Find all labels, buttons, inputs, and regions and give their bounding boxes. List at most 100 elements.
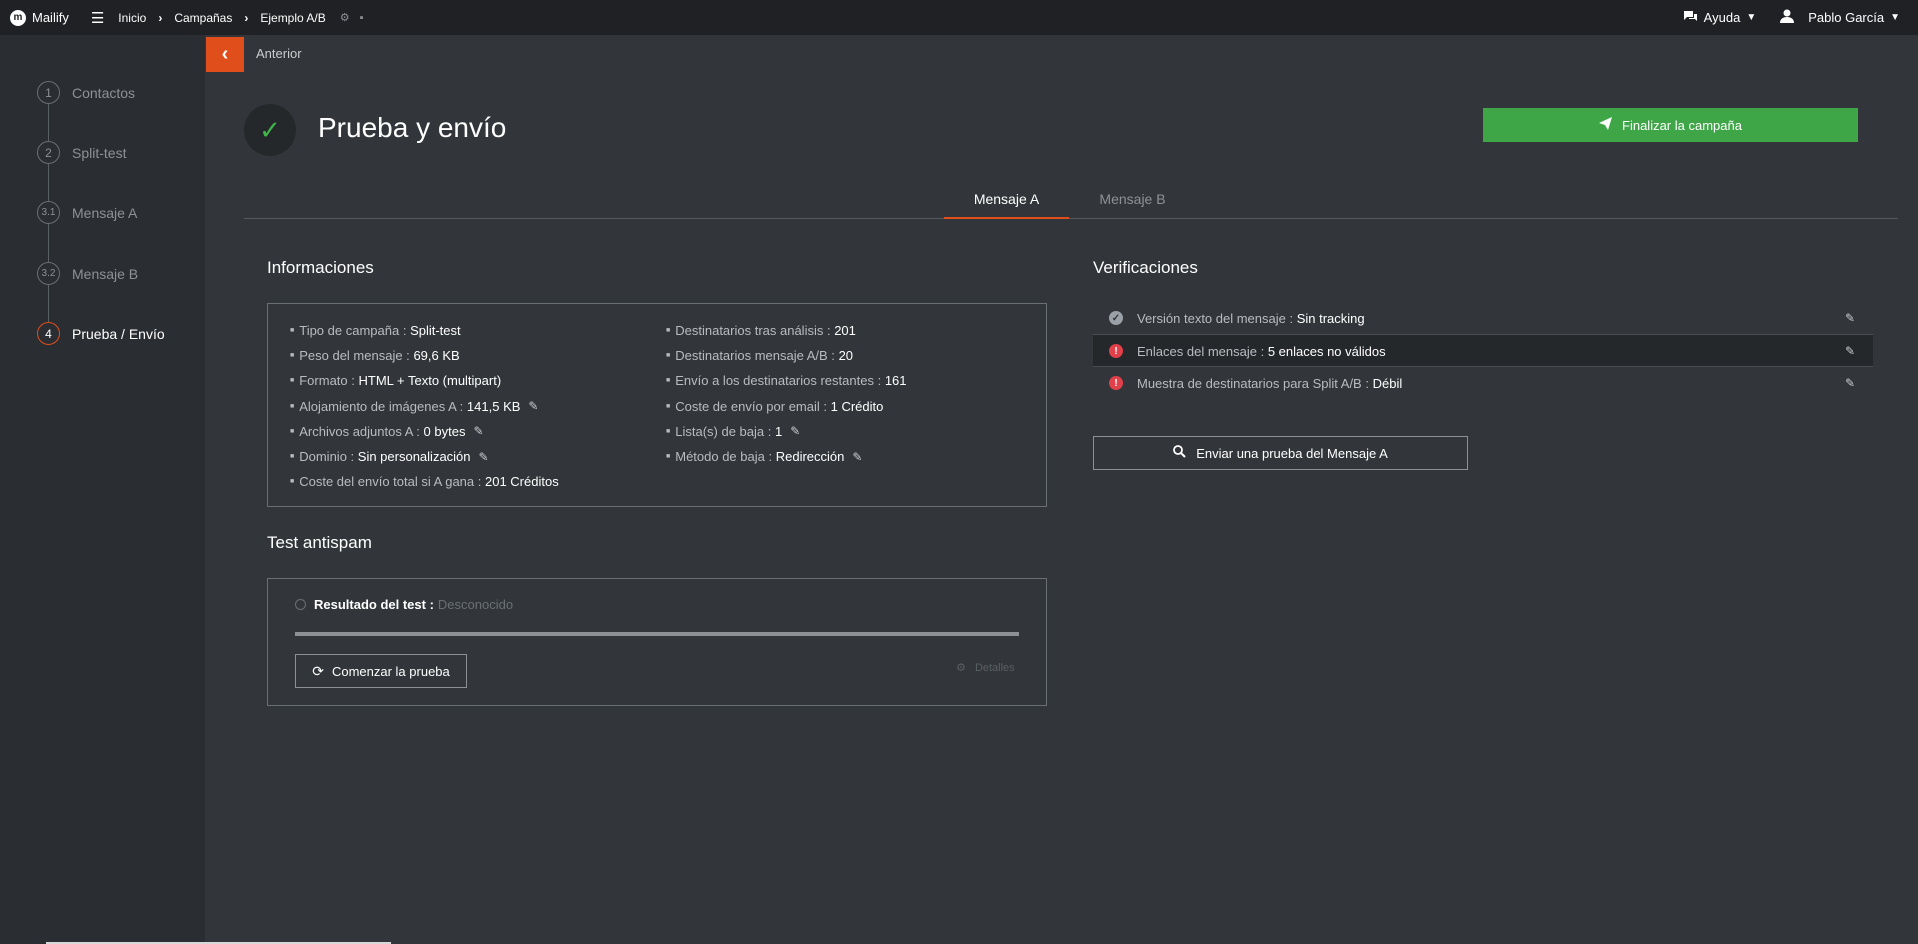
verifications-title: Verificaciones: [1093, 258, 1198, 277]
brand-logo-icon: m: [10, 9, 26, 26]
gear-icon: ⚙: [956, 662, 966, 674]
user-menu[interactable]: Pablo García: [1808, 10, 1884, 25]
send-test-button[interactable]: Enviar una prueba del Mensaje A: [1093, 436, 1468, 470]
pencil-icon[interactable]: ✎: [852, 450, 862, 464]
verification-label: Versión texto del mensaje :: [1137, 310, 1294, 326]
verification-value: Débil: [1372, 375, 1403, 391]
pencil-icon[interactable]: ✎: [1845, 311, 1855, 325]
info-row: ■ Destinatarios mensaje A/B : 20: [666, 348, 854, 364]
hamburger-icon[interactable]: ☰: [91, 9, 104, 27]
info-value: Sin personalización: [357, 449, 471, 465]
info-row: ■ Tipo de campaña : Split-test: [290, 323, 461, 339]
details-label: Detalles: [974, 662, 1015, 674]
finish-campaign-label: Finalizar la campaña: [1622, 117, 1742, 133]
brand-name: Mailify: [32, 10, 69, 25]
pencil-icon[interactable]: ✎: [1845, 344, 1855, 358]
check-circle-icon: ✓: [1109, 311, 1123, 325]
error-icon: !: [1109, 344, 1123, 358]
error-icon: !: [1109, 376, 1123, 390]
start-test-button[interactable]: ⟳ Comenzar la prueba: [295, 654, 467, 688]
finish-campaign-button[interactable]: Finalizar la campaña: [1483, 108, 1858, 142]
step-label: Prueba / Envío: [72, 325, 165, 342]
verification-row: ✓ Versión texto del mensaje : Sin tracki…: [1093, 302, 1873, 334]
tab-mensaje-b[interactable]: Mensaje B: [1070, 188, 1195, 219]
step-contactos[interactable]: 1 Contactos: [37, 81, 135, 104]
breadcrumb-campanas[interactable]: Campañas: [174, 11, 232, 25]
antispam-result-value: Desconocido: [437, 597, 514, 612]
breadcrumb-campaign[interactable]: Ejemplo A/B: [260, 11, 325, 25]
step-number: 1: [37, 81, 60, 104]
step-number: 4: [37, 322, 60, 345]
info-value: 1: [774, 423, 783, 439]
step-number: 2: [37, 141, 60, 164]
gear-icon[interactable]: ⚙: [340, 11, 350, 24]
check-icon: ✓: [244, 104, 296, 156]
step-label: Mensaje A: [72, 204, 138, 221]
breadcrumb-inicio[interactable]: Inicio: [118, 11, 146, 25]
chevron-down-icon[interactable]: ▼: [1890, 12, 1900, 23]
steps-sidebar: 1 Contactos 2 Split-test 3.1 Mensaje A 3…: [0, 35, 205, 944]
info-value: 201 Créditos: [484, 474, 559, 490]
info-value: 141,5 KB: [466, 398, 521, 414]
info-row: ■ Formato : HTML + Texto (multipart): [290, 373, 502, 389]
step-label: Contactos: [72, 84, 136, 101]
info-value: 201: [834, 323, 856, 339]
verification-label: Muestra de destinatarios para Split A/B …: [1137, 375, 1369, 391]
send-test-label: Enviar una prueba del Mensaje A: [1196, 445, 1388, 461]
paper-plane-icon: [1599, 117, 1613, 133]
info-row: ■ Coste del envío total si A gana : 201 C…: [290, 474, 559, 490]
chevron-down-icon[interactable]: ▼: [1746, 12, 1756, 23]
pencil-icon[interactable]: ✎: [473, 424, 483, 438]
search-icon: [1173, 445, 1186, 461]
top-right-menu: Ayuda ▼ Pablo García ▼: [1683, 0, 1900, 35]
info-right-column: ■ Destinatarios tras análisis : 201 ■ Dest…: [666, 318, 907, 469]
user-icon: [1780, 9, 1795, 26]
clock-icon: [295, 599, 306, 610]
page-title: Prueba y envío: [318, 112, 507, 143]
info-row: ■ Coste de envío por email : 1 Crédito: [666, 398, 884, 414]
info-row: ■ Lista(s) de baja : 1 ✎: [666, 423, 801, 439]
pencil-icon[interactable]: ✎: [1845, 376, 1855, 390]
pencil-icon[interactable]: ✎: [479, 450, 489, 464]
step-mensaje-b[interactable]: 3.2 Mensaje B: [37, 262, 138, 285]
chevron-right-icon: ›: [158, 10, 163, 25]
step-label: Split-test: [72, 144, 127, 161]
back-button[interactable]: ‹: [206, 37, 244, 72]
verification-value: 5 enlaces no válidos: [1267, 343, 1386, 359]
info-left-column: ■ Tipo de campaña : Split-test ■ Peso del …: [290, 318, 559, 494]
verification-row: ! Muestra de destinatarios para Split A/…: [1093, 367, 1873, 399]
step-split-test[interactable]: 2 Split-test: [37, 141, 126, 164]
step-number: 3.1: [37, 201, 60, 224]
info-value: 161: [884, 373, 907, 389]
chat-icon: [1683, 10, 1698, 26]
pencil-icon[interactable]: ✎: [790, 424, 800, 438]
tab-mensaje-a[interactable]: Mensaje A: [944, 188, 1069, 219]
info-value: Split-test: [410, 323, 461, 339]
antispam-result: Resultado del test : Desconocido: [295, 597, 513, 612]
verification-row: ! Enlaces del mensaje : 5 enlaces no vál…: [1093, 335, 1873, 367]
verification-value: Sin tracking: [1296, 310, 1365, 326]
save-icon[interactable]: ▪: [360, 12, 364, 24]
pencil-icon[interactable]: ✎: [528, 399, 538, 413]
info-row: ■ Destinatarios tras análisis : 201: [666, 323, 856, 339]
info-row: ■ Archivos adjuntos A : 0 bytes ✎: [290, 423, 484, 439]
info-value: HTML + Texto (multipart): [358, 373, 502, 389]
antispam-result-label: Resultado del test :: [314, 597, 434, 612]
info-value: 69,6 KB: [413, 348, 460, 364]
start-test-label: Comenzar la prueba: [331, 663, 450, 679]
details-link[interactable]: ⚙ Detalles: [956, 661, 1015, 674]
info-row: ■ Método de baja : Redirección ✎: [666, 449, 863, 465]
help-menu[interactable]: Ayuda: [1704, 10, 1741, 25]
brand[interactable]: m Mailify: [10, 9, 69, 26]
antispam-progress-bar: [295, 632, 1019, 636]
info-box: ■ Tipo de campaña : Split-test ■ Peso del …: [267, 303, 1047, 507]
antispam-box: Resultado del test : Desconocido ⟳ Comen…: [267, 578, 1047, 706]
info-row: ■ Peso del mensaje : 69,6 KB: [290, 348, 460, 364]
back-label[interactable]: Anterior: [256, 46, 302, 61]
top-bar: m Mailify ☰ Inicio › Campañas › Ejemplo …: [0, 0, 1918, 35]
info-value: Redirección: [775, 449, 845, 465]
info-row: ■ Dominio : Sin personalización ✎: [290, 449, 489, 465]
step-mensaje-a[interactable]: 3.1 Mensaje A: [37, 201, 137, 224]
chevron-left-icon: ‹: [221, 43, 229, 65]
step-prueba-envio[interactable]: 4 Prueba / Envío: [37, 322, 165, 345]
